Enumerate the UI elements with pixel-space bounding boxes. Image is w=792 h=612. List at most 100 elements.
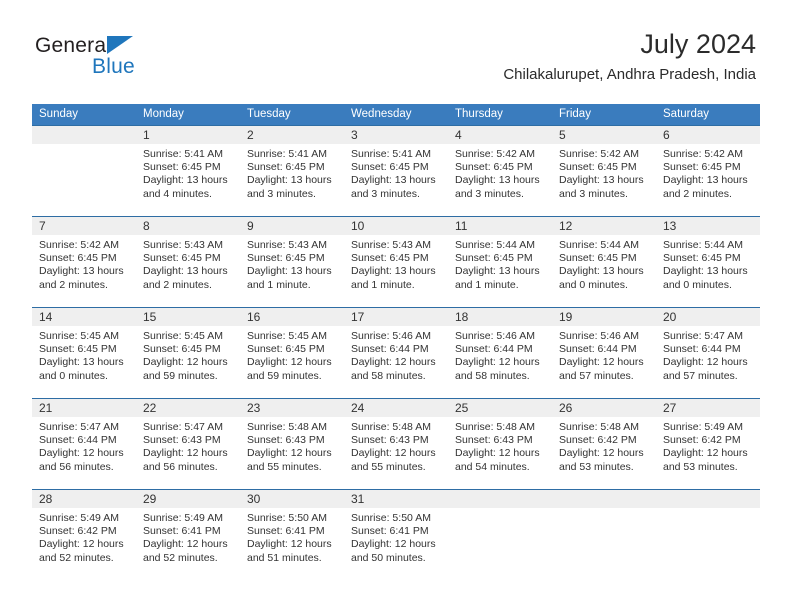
day-number: 26 xyxy=(559,401,573,415)
weekday-header-saturday: Saturday xyxy=(663,108,710,120)
day-cell[interactable]: Sunrise: 5:44 AM Sunset: 6:45 PM Dayligh… xyxy=(656,235,760,307)
day-number: 23 xyxy=(247,401,261,415)
daylight-text-line1: Daylight: 12 hours xyxy=(559,356,644,369)
daylight-text-line1: Daylight: 12 hours xyxy=(351,447,436,460)
sunrise-text: Sunrise: 5:50 AM xyxy=(351,512,431,524)
calendar-week-row: 14 15 16 17 18 19 20 Sunrise: 5:45 AM Su… xyxy=(32,307,760,398)
sunset-text: Sunset: 6:44 PM xyxy=(663,343,741,356)
sunset-text: Sunset: 6:45 PM xyxy=(559,252,637,265)
day-cell[interactable]: Sunrise: 5:49 AM Sunset: 6:42 PM Dayligh… xyxy=(32,508,136,580)
daylight-text-line1: Daylight: 13 hours xyxy=(247,174,332,187)
logo-triangle-icon xyxy=(107,36,133,54)
sunset-text: Sunset: 6:45 PM xyxy=(663,161,741,174)
day-cell[interactable]: Sunrise: 5:47 AM Sunset: 6:44 PM Dayligh… xyxy=(656,326,760,398)
sunset-text: Sunset: 6:45 PM xyxy=(143,343,221,356)
daylight-text-line1: Daylight: 13 hours xyxy=(559,265,644,278)
daylight-text-line2: and 53 minutes. xyxy=(663,460,738,473)
day-cell[interactable]: Sunrise: 5:50 AM Sunset: 6:41 PM Dayligh… xyxy=(240,508,344,580)
day-cell[interactable]: Sunrise: 5:46 AM Sunset: 6:44 PM Dayligh… xyxy=(448,326,552,398)
weekday-header-thursday: Thursday xyxy=(455,108,503,120)
sunrise-text: Sunrise: 5:44 AM xyxy=(455,239,535,251)
sunrise-text: Sunrise: 5:42 AM xyxy=(39,239,119,251)
day-cell[interactable]: Sunrise: 5:45 AM Sunset: 6:45 PM Dayligh… xyxy=(240,326,344,398)
sunrise-text: Sunrise: 5:42 AM xyxy=(559,148,639,160)
day-cell[interactable]: Sunrise: 5:45 AM Sunset: 6:45 PM Dayligh… xyxy=(32,326,136,398)
sunrise-text: Sunrise: 5:42 AM xyxy=(663,148,743,160)
daylight-text-line1: Daylight: 12 hours xyxy=(247,356,332,369)
weekday-header-monday: Monday xyxy=(143,108,184,120)
sunrise-text: Sunrise: 5:46 AM xyxy=(351,330,431,342)
daylight-text-line2: and 58 minutes. xyxy=(455,369,530,382)
sunrise-text: Sunrise: 5:43 AM xyxy=(247,239,327,251)
daylight-text-line2: and 2 minutes. xyxy=(663,187,732,200)
day-number: 11 xyxy=(455,219,468,233)
daylight-text-line2: and 0 minutes. xyxy=(559,278,628,291)
day-cell[interactable]: Sunrise: 5:49 AM Sunset: 6:41 PM Dayligh… xyxy=(136,508,240,580)
page-subtitle-location: Chilakalurupet, Andhra Pradesh, India xyxy=(503,66,756,83)
day-number: 14 xyxy=(39,310,53,324)
daylight-text-line1: Daylight: 12 hours xyxy=(559,447,644,460)
day-number: 21 xyxy=(39,401,53,415)
day-cell[interactable]: Sunrise: 5:43 AM Sunset: 6:45 PM Dayligh… xyxy=(240,235,344,307)
weekday-header-sunday: Sunday xyxy=(39,108,79,120)
day-cell[interactable]: Sunrise: 5:43 AM Sunset: 6:45 PM Dayligh… xyxy=(136,235,240,307)
day-cell[interactable]: Sunrise: 5:48 AM Sunset: 6:43 PM Dayligh… xyxy=(240,417,344,489)
daylight-text-line2: and 57 minutes. xyxy=(663,369,738,382)
daylight-text-line2: and 0 minutes. xyxy=(663,278,732,291)
sunrise-text: Sunrise: 5:43 AM xyxy=(351,239,431,251)
day-cell[interactable]: Sunrise: 5:43 AM Sunset: 6:45 PM Dayligh… xyxy=(344,235,448,307)
sunset-text: Sunset: 6:45 PM xyxy=(143,252,221,265)
day-number xyxy=(552,490,656,508)
day-cell[interactable] xyxy=(656,508,760,580)
day-number: 29 xyxy=(143,492,157,506)
day-number: 10 xyxy=(351,219,365,233)
daylight-text-line1: Daylight: 12 hours xyxy=(351,538,436,551)
day-cell[interactable]: Sunrise: 5:45 AM Sunset: 6:45 PM Dayligh… xyxy=(136,326,240,398)
sunrise-text: Sunrise: 5:45 AM xyxy=(143,330,223,342)
sunrise-text: Sunrise: 5:46 AM xyxy=(455,330,535,342)
day-cell[interactable]: Sunrise: 5:47 AM Sunset: 6:43 PM Dayligh… xyxy=(136,417,240,489)
sunset-text: Sunset: 6:41 PM xyxy=(351,525,429,538)
week-daynumber-band: 21 22 23 24 25 26 27 xyxy=(32,399,760,417)
day-number: 1 xyxy=(143,128,150,142)
daylight-text-line2: and 3 minutes. xyxy=(455,187,524,200)
day-cell[interactable]: Sunrise: 5:41 AM Sunset: 6:45 PM Dayligh… xyxy=(344,144,448,216)
daylight-text-line1: Daylight: 12 hours xyxy=(39,447,124,460)
day-number: 7 xyxy=(39,219,46,233)
sunset-text: Sunset: 6:41 PM xyxy=(247,525,325,538)
day-cell[interactable]: Sunrise: 5:41 AM Sunset: 6:45 PM Dayligh… xyxy=(240,144,344,216)
generalblue-logo[interactable]: General Blue xyxy=(35,34,235,80)
day-cell[interactable]: Sunrise: 5:48 AM Sunset: 6:43 PM Dayligh… xyxy=(344,417,448,489)
day-cell[interactable]: Sunrise: 5:42 AM Sunset: 6:45 PM Dayligh… xyxy=(656,144,760,216)
day-cell[interactable]: Sunrise: 5:44 AM Sunset: 6:45 PM Dayligh… xyxy=(552,235,656,307)
day-cell[interactable]: Sunrise: 5:42 AM Sunset: 6:45 PM Dayligh… xyxy=(448,144,552,216)
day-cell[interactable] xyxy=(552,508,656,580)
day-cell[interactable]: Sunrise: 5:46 AM Sunset: 6:44 PM Dayligh… xyxy=(344,326,448,398)
sunset-text: Sunset: 6:45 PM xyxy=(663,252,741,265)
day-cell[interactable]: Sunrise: 5:48 AM Sunset: 6:42 PM Dayligh… xyxy=(552,417,656,489)
sunset-text: Sunset: 6:43 PM xyxy=(351,434,429,447)
sunrise-text: Sunrise: 5:49 AM xyxy=(39,512,119,524)
day-cell[interactable]: Sunrise: 5:48 AM Sunset: 6:43 PM Dayligh… xyxy=(448,417,552,489)
day-number xyxy=(32,126,136,144)
sunset-text: Sunset: 6:42 PM xyxy=(663,434,741,447)
day-cell[interactable]: Sunrise: 5:42 AM Sunset: 6:45 PM Dayligh… xyxy=(32,235,136,307)
day-cell[interactable]: Sunrise: 5:46 AM Sunset: 6:44 PM Dayligh… xyxy=(552,326,656,398)
sunset-text: Sunset: 6:45 PM xyxy=(143,161,221,174)
day-cell[interactable]: Sunrise: 5:49 AM Sunset: 6:42 PM Dayligh… xyxy=(656,417,760,489)
daylight-text-line2: and 54 minutes. xyxy=(455,460,530,473)
day-number: 15 xyxy=(143,310,157,324)
page-header: General Blue July 2024 Chilakalurupet, A… xyxy=(0,0,792,83)
daylight-text-line1: Daylight: 13 hours xyxy=(663,265,748,278)
day-cell[interactable]: Sunrise: 5:42 AM Sunset: 6:45 PM Dayligh… xyxy=(552,144,656,216)
day-cell[interactable] xyxy=(32,144,136,216)
day-cell[interactable]: Sunrise: 5:50 AM Sunset: 6:41 PM Dayligh… xyxy=(344,508,448,580)
day-cell[interactable]: Sunrise: 5:41 AM Sunset: 6:45 PM Dayligh… xyxy=(136,144,240,216)
sunrise-text: Sunrise: 5:42 AM xyxy=(455,148,535,160)
day-cell[interactable]: Sunrise: 5:47 AM Sunset: 6:44 PM Dayligh… xyxy=(32,417,136,489)
daylight-text-line2: and 4 minutes. xyxy=(143,187,212,200)
day-number xyxy=(448,490,552,508)
day-cell[interactable] xyxy=(448,508,552,580)
day-cell[interactable]: Sunrise: 5:44 AM Sunset: 6:45 PM Dayligh… xyxy=(448,235,552,307)
title-block: July 2024 Chilakalurupet, Andhra Pradesh… xyxy=(503,28,756,84)
